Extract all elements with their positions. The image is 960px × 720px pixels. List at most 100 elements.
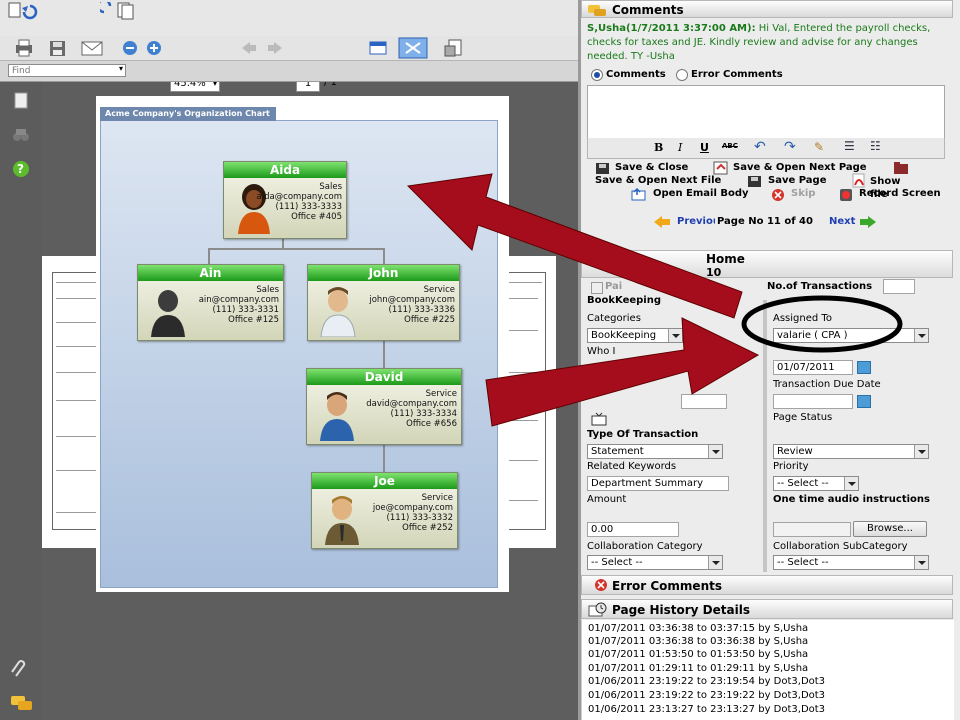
collaboration-category-label: Collaboration Category — [587, 541, 703, 552]
calendar-icon[interactable] — [857, 361, 871, 374]
open-email-body-button[interactable]: Open Email Body — [653, 188, 749, 199]
page-number-label: Page No 11 of 40 — [717, 216, 813, 227]
chevron-down-icon — [668, 329, 682, 342]
card-email: ain@company.com — [198, 295, 279, 305]
radio-comments-label: Comments — [606, 69, 666, 80]
comments-icon[interactable] — [10, 694, 34, 712]
save-close-button[interactable]: Save & Close — [615, 162, 688, 173]
next-arrow-icon[interactable] — [859, 216, 877, 228]
comment-textarea[interactable] — [587, 85, 945, 139]
card-dept: Service — [421, 493, 453, 503]
card-details: Sales ain@company.com (111) 333-3331 Off… — [199, 285, 279, 325]
org-card-david[interactable]: David Service david@company.com (111) 33… — [306, 368, 462, 445]
report-line — [508, 500, 538, 501]
attachment-icon[interactable] — [10, 660, 30, 680]
related-keywords-input[interactable]: Department Summary — [587, 476, 729, 491]
redo-document-icon[interactable] — [100, 2, 140, 20]
org-card-joe[interactable]: Joe Service joe@company.com (111) 333-33… — [311, 472, 458, 549]
collaboration-subcategory-label: Collaboration SubCategory — [773, 541, 908, 552]
save-page-button[interactable]: Save Page — [768, 175, 826, 186]
binoculars-icon[interactable] — [12, 126, 30, 144]
underline-icon[interactable]: U — [700, 141, 709, 154]
bullet-list-icon[interactable]: ☰ — [844, 139, 855, 153]
transaction-date-input[interactable]: 01/07/2011 — [773, 360, 853, 375]
report-line — [508, 330, 538, 331]
no-of-transactions-label: No.of Transactions — [767, 281, 873, 292]
history-row: 01/07/2011 03:36:38 to 03:36:38 by S,Ush… — [588, 636, 809, 647]
viewer-top-bar — [0, 0, 578, 37]
card-email: david@company.com — [366, 399, 457, 409]
previous-arrow-icon[interactable] — [653, 216, 671, 228]
fit-page-icon[interactable] — [398, 37, 428, 59]
assigned-to-select[interactable]: valarie ( CPA ) — [773, 328, 929, 343]
clear-format-icon[interactable]: ✎ — [814, 140, 824, 154]
amount-input[interactable]: 0.00 — [587, 522, 679, 537]
page-status-select[interactable]: Review — [773, 444, 929, 459]
audio-instructions-label: One time audio instructions — [773, 494, 930, 505]
org-connector — [208, 248, 384, 250]
print-icon[interactable] — [14, 39, 34, 57]
document-tools-icon[interactable] — [444, 38, 468, 58]
save-open-next-page-icon — [713, 161, 728, 175]
undo-icon[interactable]: ↶ — [754, 139, 766, 155]
record-screen-button[interactable]: Record Screen — [859, 188, 941, 199]
no-of-transactions-input[interactable] — [883, 279, 915, 294]
org-card-john[interactable]: John Service john@company.com (111) 333-… — [307, 264, 460, 341]
card-email: john@company.com — [369, 295, 455, 305]
next-link[interactable]: Next — [829, 216, 855, 227]
collaboration-subcategory-select[interactable]: -- Select -- — [773, 555, 929, 570]
italic-icon[interactable]: I — [678, 141, 682, 154]
radio-error-comments[interactable] — [676, 69, 688, 81]
redo-icon[interactable]: ↷ — [784, 139, 796, 155]
save-page-icon — [748, 176, 761, 187]
strikethrough-icon[interactable]: ABC — [722, 142, 738, 150]
save-icon[interactable] — [48, 39, 68, 57]
pages-icon[interactable] — [12, 92, 30, 110]
audio-file-input[interactable] — [773, 522, 851, 537]
save-open-next-file-button[interactable]: Save & Open Next File — [595, 175, 721, 186]
find-options-chevron-icon[interactable]: ▾ — [119, 64, 123, 73]
paid-checkbox[interactable] — [591, 282, 603, 294]
male-avatar-blue-icon — [320, 392, 354, 441]
paid-label: Pai — [605, 281, 623, 292]
partial-input[interactable] — [681, 394, 727, 409]
type-of-transaction-select[interactable]: Statement — [587, 444, 723, 459]
browse-button[interactable]: Browse... — [853, 521, 927, 537]
find-input[interactable]: Find — [8, 64, 126, 77]
transaction-due-date-input[interactable] — [773, 394, 853, 409]
zoom-out-icon[interactable] — [122, 40, 138, 56]
bold-icon[interactable]: B — [654, 141, 663, 154]
categories-label: Categories — [587, 313, 641, 324]
history-row: 01/06/2011 23:19:22 to 23:19:54 by Dot3,… — [588, 676, 826, 687]
previous-link[interactable]: Previous — [677, 216, 715, 227]
comment-message: S,Usha(1/7/2011 3:37:00 AM): Hi Val, Ent… — [587, 22, 943, 64]
previous-page-icon[interactable] — [240, 40, 258, 56]
org-card-ain[interactable]: Ain Sales ain@company.com (111) 333-3331… — [137, 264, 284, 341]
report-line — [508, 372, 538, 373]
email-icon[interactable] — [80, 39, 104, 57]
assigned-to-value: valarie ( CPA ) — [777, 330, 848, 341]
org-card-aida[interactable]: Aida Sales aida@company.com (111) 333-33… — [223, 161, 347, 239]
error-comments-header[interactable]: Error Comments — [581, 575, 953, 595]
categories-select[interactable]: BookKeeping — [587, 328, 683, 343]
zoom-in-icon[interactable] — [146, 40, 162, 56]
next-page-icon[interactable] — [266, 40, 284, 56]
card-office: Office #225 — [404, 315, 455, 325]
page-history-title: Page History Details — [612, 603, 750, 617]
card-dept: Service — [425, 389, 457, 399]
collaboration-category-select[interactable]: -- Select -- — [587, 555, 723, 570]
numbered-list-icon[interactable]: ☷ — [870, 139, 881, 153]
skip-button[interactable]: Skip — [791, 188, 815, 199]
card-name: John — [308, 265, 459, 281]
undo-document-icon[interactable] — [8, 2, 44, 20]
priority-select[interactable]: -- Select -- — [773, 476, 859, 491]
radio-comments[interactable] — [591, 69, 603, 81]
help-icon[interactable]: ? — [12, 160, 30, 178]
save-open-next-page-button[interactable]: Save & Open Next Page — [733, 162, 867, 173]
card-email: joe@company.com — [372, 503, 453, 513]
open-folder-icon — [894, 162, 908, 174]
card-office: Office #252 — [402, 523, 453, 533]
fit-width-icon[interactable] — [368, 39, 388, 57]
card-dept: Sales — [256, 285, 279, 295]
calendar-icon[interactable] — [857, 395, 871, 408]
